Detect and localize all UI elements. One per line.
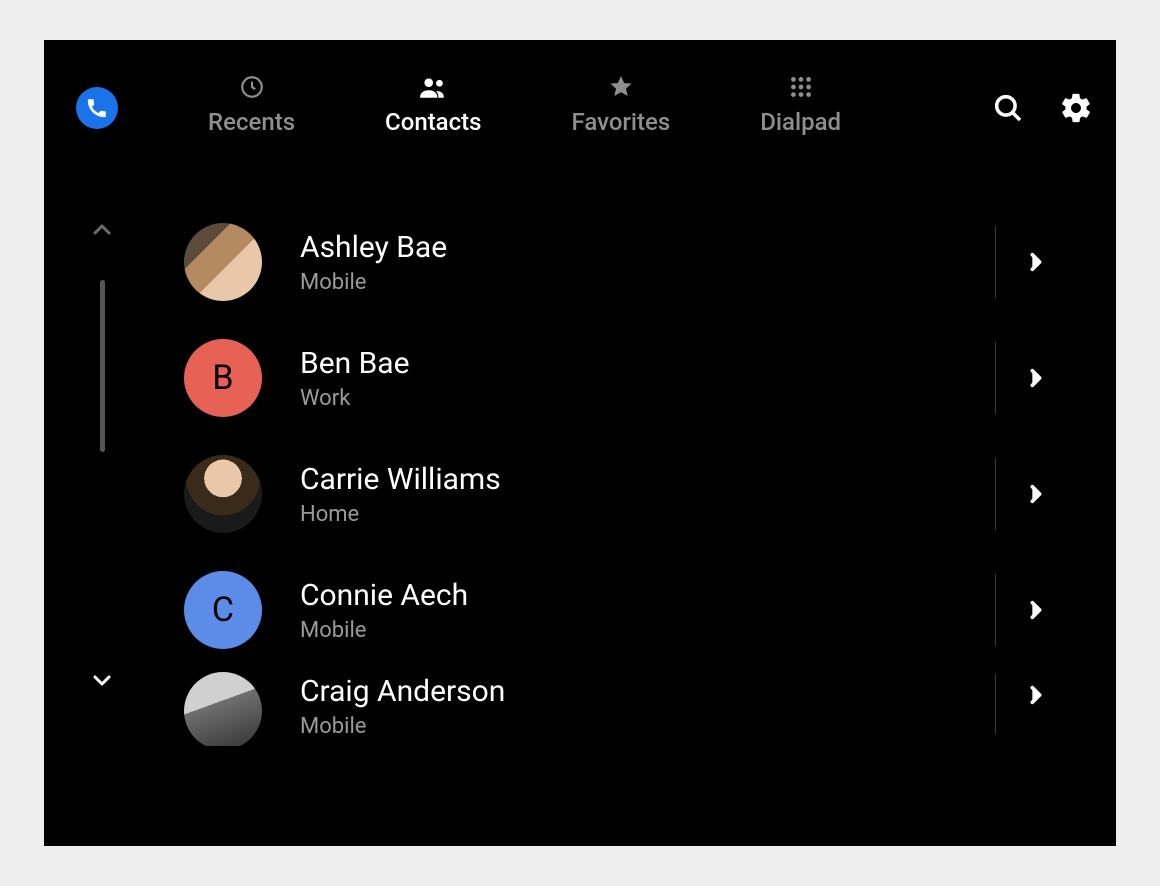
tab-label: Recents bbox=[208, 108, 295, 136]
contact-text: Craig Anderson Mobile bbox=[300, 674, 505, 739]
avatar bbox=[184, 672, 262, 746]
contact-text: Ashley Bae Mobile bbox=[300, 230, 447, 295]
contact-label: Mobile bbox=[300, 270, 447, 295]
contacts-list: Ashley Bae Mobile B Ben Bae Work Carrie … bbox=[184, 204, 1076, 746]
scroll-up-button[interactable] bbox=[90, 218, 114, 242]
settings-button[interactable] bbox=[1056, 88, 1096, 128]
contact-detail-button[interactable] bbox=[996, 684, 1076, 706]
tab-favorites[interactable]: Favorites bbox=[572, 74, 671, 136]
contact-row[interactable]: C Connie Aech Mobile bbox=[184, 552, 1076, 668]
avatar: C bbox=[184, 571, 262, 649]
phone-button[interactable] bbox=[76, 87, 118, 129]
chevron-right-icon bbox=[1025, 251, 1047, 273]
tab-contacts[interactable]: Contacts bbox=[385, 74, 481, 136]
chevron-right-icon bbox=[1025, 483, 1047, 505]
phone-app-window: Recents Contacts Favorites bbox=[44, 40, 1116, 846]
tab-bar: Recents Contacts Favorites bbox=[208, 74, 841, 136]
tab-label: Favorites bbox=[572, 108, 671, 136]
top-bar: Recents Contacts Favorites bbox=[44, 40, 1116, 170]
chevron-right-icon bbox=[1025, 367, 1047, 389]
chevron-up-icon bbox=[90, 218, 114, 242]
contact-name: Connie Aech bbox=[300, 578, 468, 614]
scroll-down-button[interactable] bbox=[90, 668, 114, 692]
contact-row[interactable]: B Ben Bae Work bbox=[184, 320, 1076, 436]
avatar bbox=[184, 455, 262, 533]
clock-icon bbox=[239, 74, 265, 100]
contact-label: Work bbox=[300, 386, 410, 411]
chevron-right-icon bbox=[1025, 599, 1047, 621]
tab-label: Dialpad bbox=[760, 108, 841, 136]
contact-text: Connie Aech Mobile bbox=[300, 578, 468, 643]
contact-name: Ashley Bae bbox=[300, 230, 447, 266]
tab-dialpad[interactable]: Dialpad bbox=[760, 74, 841, 136]
phone-icon bbox=[86, 97, 108, 119]
contact-name: Ben Bae bbox=[300, 346, 410, 382]
chevron-right-icon bbox=[1025, 684, 1047, 706]
scrollbar[interactable] bbox=[100, 280, 105, 452]
contact-detail-button[interactable] bbox=[996, 483, 1076, 505]
avatar: B bbox=[184, 339, 262, 417]
contact-detail-button[interactable] bbox=[996, 599, 1076, 621]
contact-label: Mobile bbox=[300, 714, 505, 739]
search-button[interactable] bbox=[988, 88, 1028, 128]
contact-text: Ben Bae Work bbox=[300, 346, 410, 411]
contact-label: Home bbox=[300, 502, 501, 527]
people-icon bbox=[418, 74, 448, 100]
tab-label: Contacts bbox=[385, 108, 481, 136]
top-bar-actions bbox=[988, 88, 1096, 128]
search-icon bbox=[991, 91, 1025, 125]
star-icon bbox=[608, 74, 634, 100]
contact-row[interactable]: Carrie Williams Home bbox=[184, 436, 1076, 552]
gear-icon bbox=[1059, 91, 1093, 125]
contact-detail-button[interactable] bbox=[996, 251, 1076, 273]
contact-name: Carrie Williams bbox=[300, 462, 501, 498]
contact-label: Mobile bbox=[300, 618, 468, 643]
contact-detail-button[interactable] bbox=[996, 367, 1076, 389]
contact-name: Craig Anderson bbox=[300, 674, 505, 710]
contact-row[interactable]: Craig Anderson Mobile bbox=[184, 668, 1076, 746]
contact-row[interactable]: Ashley Bae Mobile bbox=[184, 204, 1076, 320]
tab-recents[interactable]: Recents bbox=[208, 74, 295, 136]
avatar bbox=[184, 223, 262, 301]
contact-text: Carrie Williams Home bbox=[300, 462, 501, 527]
dialpad-icon bbox=[788, 74, 814, 100]
chevron-down-icon bbox=[90, 668, 114, 692]
